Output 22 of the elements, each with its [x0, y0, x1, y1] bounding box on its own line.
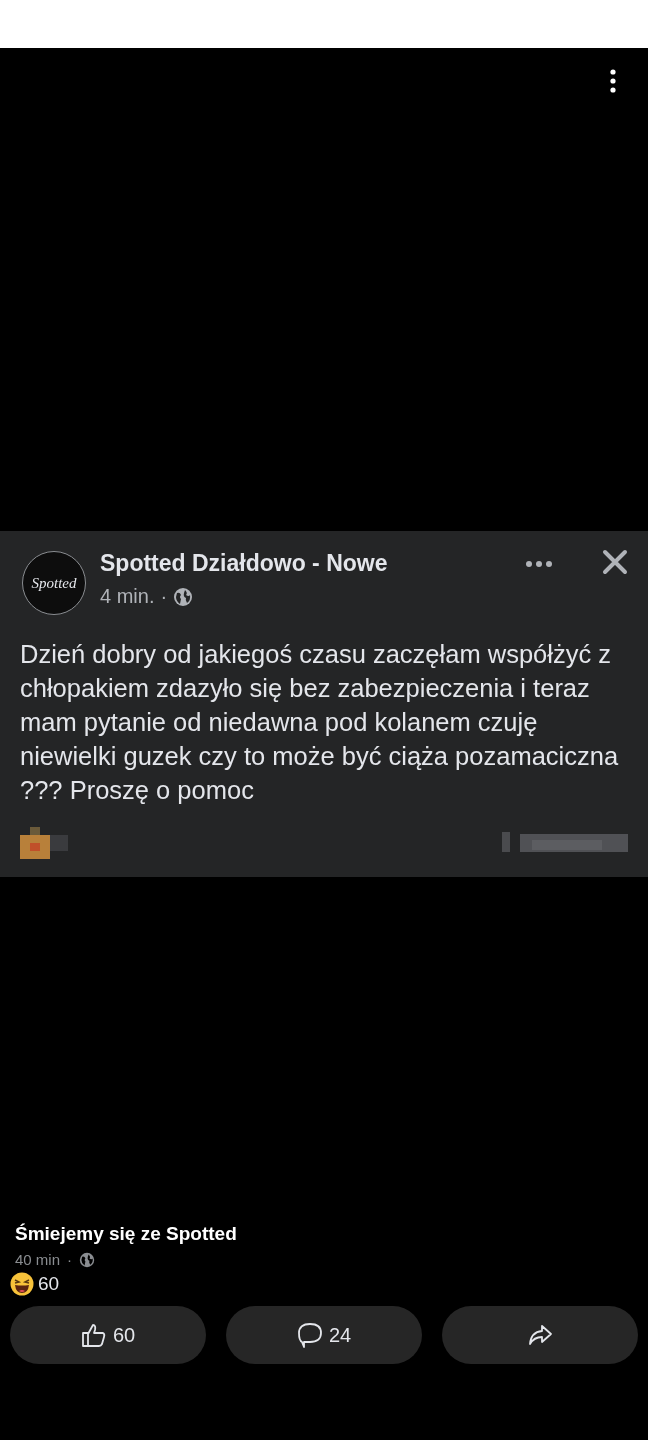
share-arrow-icon	[527, 1322, 553, 1348]
separator-dot: ·	[67, 1251, 73, 1268]
blurred-count-icon	[502, 832, 628, 854]
post-time: 40 min	[15, 1251, 61, 1268]
comment-button[interactable]: 24	[226, 1306, 422, 1364]
blurred-reaction-icon	[20, 827, 70, 859]
thumbs-up-icon	[80, 1322, 107, 1348]
globe-icon	[173, 586, 194, 607]
separator-dot: ·	[160, 585, 168, 608]
close-icon[interactable]	[602, 549, 628, 575]
more-options-icon[interactable]	[610, 69, 616, 93]
laughing-emoji-icon	[10, 1272, 34, 1296]
page-name: Spotted Działdowo - Nowe	[100, 550, 388, 577]
post-author[interactable]: Śmiejemy się ze Spotted	[15, 1223, 237, 1245]
globe-icon	[79, 1251, 96, 1268]
like-button[interactable]: 60	[10, 1306, 206, 1364]
speech-bubble-icon	[296, 1322, 323, 1348]
post-text: Dzień dobry od jakiegoś czasu zaczęłam współżyć z chłopakiem zdazyło się bez zabezpieczenia i teraz mam pytanie od niedawna pod kolanem czuję niewielki guzek czy to może być ciąża pozamaciczna ??? Proszę o pomoc	[20, 639, 620, 806]
reaction-count[interactable]: 60	[38, 1273, 60, 1295]
page-avatar: Spotted	[22, 551, 86, 615]
post-time: 4 min.	[100, 585, 155, 608]
more-icon[interactable]	[526, 561, 552, 567]
